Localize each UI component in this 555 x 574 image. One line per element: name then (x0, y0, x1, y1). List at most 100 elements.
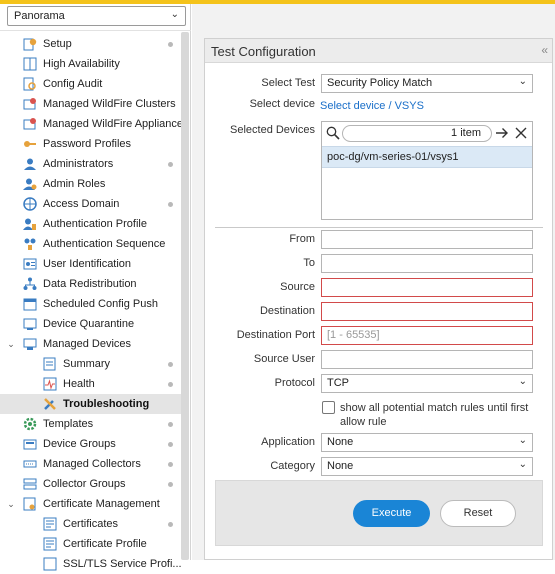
divider (215, 227, 543, 228)
chevron-down-icon[interactable]: ⌄ (5, 494, 17, 514)
nav-item-access-domain[interactable]: Access Domain (0, 194, 181, 214)
from-label: From (289, 233, 315, 245)
nav-item-label: Templates (43, 418, 94, 430)
reset-button[interactable]: Reset (440, 500, 516, 527)
nav-item-certificates[interactable]: Certificates (0, 514, 181, 534)
admin-role-icon (23, 178, 37, 190)
status-dot (168, 362, 173, 367)
devices-icon (23, 338, 37, 350)
health-icon (43, 377, 57, 391)
nav-item-label: Health (63, 378, 95, 390)
nav-item-collector-groups[interactable]: Collector Groups (0, 474, 181, 494)
source-field[interactable] (321, 278, 533, 297)
status-dot (168, 482, 173, 487)
nav-item-label: High Availability (43, 58, 120, 70)
nav-item-config-audit[interactable]: Config Audit (0, 74, 181, 94)
nav-item-setup[interactable]: Setup (0, 34, 181, 54)
nav-item-summary[interactable]: Summary (0, 354, 181, 374)
cluster-icon (23, 98, 36, 110)
to-label: To (303, 257, 315, 269)
nav-item-label: Data Redistribution (43, 278, 137, 290)
list-item[interactable]: poc-dg/vm-series-01/vsys1 (322, 146, 532, 168)
nav-item-label: Managed WildFire Clusters (43, 98, 176, 110)
nav-item-ssl-tls-service-profile[interactable]: SSL/TLS Service Profi... (0, 554, 181, 574)
nav-item-admin-roles[interactable]: Admin Roles (0, 174, 181, 194)
device-group-icon (23, 439, 37, 450)
nav-item-label: Access Domain (43, 198, 120, 210)
source-user-field[interactable] (321, 350, 533, 369)
device-search-input[interactable]: 1 item (342, 125, 492, 142)
status-dot (168, 42, 173, 47)
divider (0, 30, 191, 31)
nav-item-data-redistribution[interactable]: Data Redistribution (0, 274, 181, 294)
left-navigation: Panorama ⌄ Setup High Availability Confi… (0, 4, 191, 571)
nav-item-high-availability[interactable]: High Availability (0, 54, 181, 74)
status-dot (168, 522, 173, 527)
nav-item-administrators[interactable]: Administrators (0, 154, 181, 174)
status-dot (168, 422, 173, 427)
item-count: 1 item (451, 127, 481, 139)
category-value: None (327, 460, 354, 472)
ssl-icon (43, 557, 57, 571)
nav-item-authentication-profile[interactable]: Authentication Profile (0, 214, 181, 234)
nav-scrollbar[interactable] (181, 32, 189, 560)
device-entry: poc-dg/vm-series-01/vsys1 (327, 151, 459, 163)
chevron-down-icon: ⌄ (518, 459, 527, 470)
execute-button[interactable]: Execute (353, 500, 430, 527)
select-device-link[interactable]: Select device / VSYS (320, 100, 424, 112)
nav-item-scheduled-config-push[interactable]: Scheduled Config Push (0, 294, 181, 314)
protocol-value: TCP (327, 377, 349, 389)
button-bar: Execute Reset (215, 480, 543, 546)
show-all-checkbox[interactable] (322, 401, 335, 414)
nav-item-managed-wildfire-appliances[interactable]: Managed WildFire Appliances (0, 114, 181, 134)
nav-item-managed-wildfire-clusters[interactable]: Managed WildFire Clusters (0, 94, 181, 114)
select-test-value: Security Policy Match (327, 77, 433, 89)
chevron-down-icon: ⌄ (170, 9, 179, 20)
nav-item-certificate-management[interactable]: ⌄ Certificate Management (0, 494, 181, 514)
certificate-profile-icon (43, 537, 57, 551)
select-test-label: Select Test (261, 77, 315, 89)
chevron-down-icon[interactable]: ⌄ (5, 334, 17, 354)
application-dropdown[interactable]: None ⌄ (321, 433, 533, 452)
protocol-dropdown[interactable]: TCP ⌄ (321, 374, 533, 393)
nav-item-label: Managed WildFire Appliances (43, 118, 181, 130)
from-field[interactable] (321, 230, 533, 249)
nav-item-templates[interactable]: Templates (0, 414, 181, 434)
nav-item-managed-collectors[interactable]: Managed Collectors (0, 454, 181, 474)
destination-port-field[interactable]: [1 - 65535] (321, 326, 533, 345)
to-field[interactable] (321, 254, 533, 273)
nav-item-label: Config Audit (43, 78, 103, 90)
close-icon[interactable] (514, 126, 528, 140)
panel-title: Test Configuration (211, 44, 316, 59)
nav-item-device-quarantine[interactable]: Device Quarantine (0, 314, 181, 334)
chevron-down-icon: ⌄ (518, 376, 527, 387)
select-test-dropdown[interactable]: Security Policy Match ⌄ (321, 74, 533, 93)
search-icon[interactable] (326, 126, 340, 140)
nav-item-authentication-sequence[interactable]: Authentication Sequence (0, 234, 181, 254)
nav-item-troubleshooting[interactable]: Troubleshooting (0, 394, 181, 414)
user-icon (24, 158, 36, 170)
nav-item-managed-devices[interactable]: ⌄ Managed Devices (0, 334, 181, 354)
arrow-right-icon[interactable] (495, 126, 509, 140)
nav-item-user-identification[interactable]: User Identification (0, 254, 181, 274)
collapse-icon[interactable]: « (541, 43, 548, 57)
test-configuration-panel: Test Configuration « Select Test Securit… (204, 38, 553, 560)
nav-item-certificate-profile[interactable]: Certificate Profile (0, 534, 181, 554)
show-all-label: show all potential match rules until fir… (340, 402, 529, 428)
nav-item-device-groups[interactable]: Device Groups (0, 434, 181, 454)
status-dot (168, 442, 173, 447)
nav-item-label: Password Profiles (43, 138, 132, 150)
nav-item-health[interactable]: Health (0, 374, 181, 394)
destination-field[interactable] (321, 302, 533, 321)
summary-icon (43, 357, 56, 371)
quarantine-icon (23, 318, 37, 330)
nav-item-label: Device Quarantine (43, 318, 135, 330)
certificate-icon (23, 497, 36, 511)
select-device-label: Select device (249, 98, 315, 110)
nav-item-label: Managed Collectors (43, 458, 141, 470)
category-dropdown[interactable]: None ⌄ (321, 457, 533, 476)
context-selector[interactable]: Panorama ⌄ (7, 6, 186, 26)
nav-item-password-profiles[interactable]: Password Profiles (0, 134, 181, 154)
id-card-icon (23, 258, 37, 270)
audit-icon (23, 77, 36, 91)
